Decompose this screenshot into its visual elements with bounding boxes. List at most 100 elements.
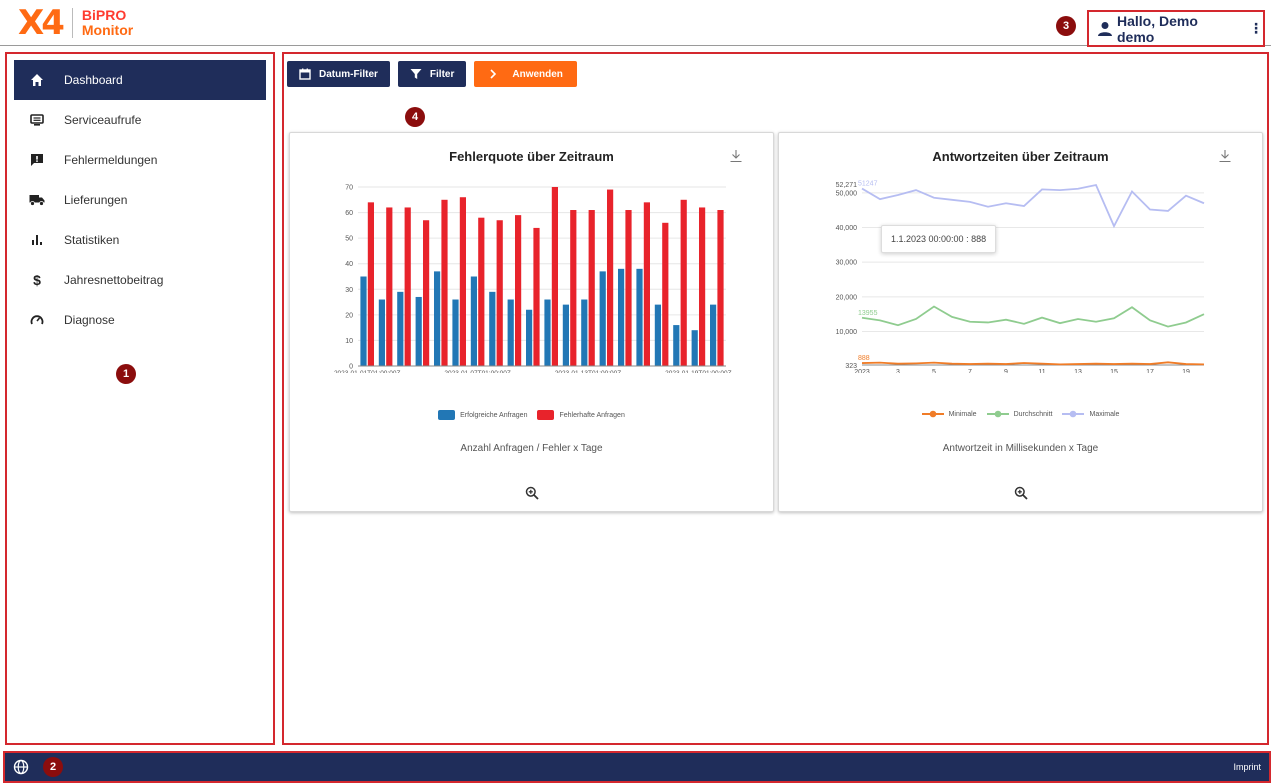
legend-marker xyxy=(921,410,944,418)
sidebar: Dashboard Serviceaufrufe Fehlermeldungen… xyxy=(5,52,275,745)
bar-error xyxy=(404,207,411,366)
y-tick-label: 10 xyxy=(345,338,353,345)
filter-button[interactable]: Filter xyxy=(397,61,467,87)
response-times-card: Antwortzeiten über Zeitraum 10,000 20,000… xyxy=(778,132,1263,512)
bar-success xyxy=(397,291,404,366)
bar-success xyxy=(526,309,533,366)
line-chart: 10,00020,00030,00040,00050,00052,2713232… xyxy=(836,181,1205,373)
sidebar-item-dashboard[interactable]: Dashboard xyxy=(14,60,266,100)
sidebar-item-serviceaufrufe[interactable]: Serviceaufrufe xyxy=(14,100,266,140)
x-tick-label: 13 xyxy=(1074,369,1082,373)
monitor-icon xyxy=(28,111,46,129)
more-vert-icon[interactable]: ⋮ xyxy=(1249,20,1263,37)
bar-success xyxy=(562,304,569,366)
annotation-badge-3: 3 xyxy=(1056,16,1076,36)
imprint-link[interactable]: Imprint xyxy=(1233,762,1261,772)
dollar-icon: $ xyxy=(33,272,41,288)
bar-success xyxy=(581,299,588,366)
x-tick-label: 19 xyxy=(1182,369,1190,373)
x-tick-label: 15 xyxy=(1110,369,1118,373)
y-tick-label: 30,000 xyxy=(836,260,858,267)
sidebar-item-label: Dashboard xyxy=(64,73,123,87)
home-icon xyxy=(28,71,46,89)
series-line-avg xyxy=(861,305,1205,328)
y-tick-label: 30 xyxy=(345,287,353,294)
sidebar-item-lieferungen[interactable]: Lieferungen xyxy=(14,180,266,220)
sidebar-item-label: Lieferungen xyxy=(64,193,128,207)
apply-label: Anwenden xyxy=(512,68,563,80)
series-line-max xyxy=(861,183,1205,229)
y-tick-label: 20 xyxy=(345,312,353,319)
chart-title: Fehlerquote über Zeitraum xyxy=(449,149,614,164)
y-tick-label: 10,000 xyxy=(836,329,858,336)
sidebar-item-statistiken[interactable]: Statistiken xyxy=(14,220,266,260)
y-tick-label: 40 xyxy=(345,261,353,268)
bar-error xyxy=(478,217,485,366)
bar-error xyxy=(607,189,614,366)
sidebar-item-label: Serviceaufrufe xyxy=(64,113,142,127)
bar-success xyxy=(618,268,625,366)
y-tick-label: 70 xyxy=(345,185,353,192)
bar-error xyxy=(717,210,724,366)
y-tick-label: 52,271 xyxy=(836,182,858,189)
bar-error xyxy=(570,210,577,366)
logo-mark: X4 xyxy=(18,6,65,40)
date-filter-button[interactable]: Datum-Filter xyxy=(287,61,390,87)
chart-legend: Erfolgreiche Anfragen Fehlerhafte Anfrag… xyxy=(290,410,773,420)
bar-error xyxy=(515,215,522,366)
chart-title: Antwortzeiten über Zeitraum xyxy=(932,149,1109,164)
download-icon[interactable] xyxy=(1218,149,1232,163)
sidebar-item-jahresnettobeitrag[interactable]: $ Jahresnettobeitrag xyxy=(14,260,266,300)
series-line-min xyxy=(861,361,1205,366)
bar-success xyxy=(470,276,477,366)
chart-legend: Minimale Durchschnitt Maximale xyxy=(779,410,1262,418)
legend-item-max[interactable]: Maximale xyxy=(1062,410,1119,418)
bar-error xyxy=(625,210,632,366)
sidebar-item-label: Jahresnettobeitrag xyxy=(64,273,164,287)
data-point-label: 51247 xyxy=(858,181,878,188)
bar-error xyxy=(699,207,706,366)
bar-error xyxy=(551,187,558,366)
filter-icon xyxy=(410,69,422,79)
bar-success xyxy=(507,299,514,366)
bar-success xyxy=(654,304,661,366)
zoom-in-icon[interactable] xyxy=(525,486,539,500)
bar-success xyxy=(489,291,496,366)
chart-subtitle: Antwortzeit in Millisekunden x Tage xyxy=(942,443,1099,454)
x-tick-label: 3 xyxy=(896,369,900,373)
legend-marker xyxy=(1062,410,1085,418)
apply-button[interactable]: Anwenden xyxy=(474,61,577,87)
sidebar-item-diagnose[interactable]: Diagnose xyxy=(14,300,266,340)
bar-success xyxy=(452,299,459,366)
user-menu-button[interactable]: Hallo, Demo demo xyxy=(1097,13,1239,45)
x-tick-label: 2023 xyxy=(854,369,870,373)
legend-item-avg[interactable]: Durchschnitt xyxy=(986,410,1052,418)
x-tick-label: 2023-01-19T01:00:00Z xyxy=(665,370,732,373)
chart-tooltip: 1.1.2023 00:00:00 : 888 xyxy=(881,225,997,253)
error-message-icon xyxy=(28,151,46,169)
logo-line-1: BiPRO xyxy=(81,7,127,23)
chevron-right-icon xyxy=(490,69,497,79)
sidebar-item-fehlermeldungen[interactable]: Fehlermeldungen xyxy=(14,140,266,180)
legend-item-min[interactable]: Minimale xyxy=(921,410,977,418)
main-content: Datum-Filter Filter Anwenden 4 Fehlerquo… xyxy=(282,52,1269,745)
logo[interactable]: X4 BiPRO Monitor xyxy=(18,4,133,42)
data-point-label: 888 xyxy=(858,355,870,362)
bar-success xyxy=(378,299,385,366)
legend-item-error[interactable]: Fehlerhafte Anfragen xyxy=(537,410,625,420)
download-icon[interactable] xyxy=(729,149,743,163)
user-menu-area: Hallo, Demo demo ⋮ xyxy=(1087,10,1265,47)
bar-success xyxy=(544,299,551,366)
bar-error xyxy=(643,202,650,366)
logo-divider xyxy=(71,8,73,38)
legend-item-success[interactable]: Erfolgreiche Anfragen xyxy=(438,410,527,420)
legend-label: Fehlerhafte Anfragen xyxy=(559,411,625,419)
zoom-in-icon[interactable] xyxy=(1014,486,1028,500)
bar-error xyxy=(588,210,595,366)
bar-success xyxy=(415,296,422,366)
sidebar-item-label: Fehlermeldungen xyxy=(64,153,158,167)
globe-icon[interactable] xyxy=(13,759,29,775)
error-rate-card: Fehlerquote über Zeitraum 0 10 20 30 40 50 60 7… xyxy=(289,132,774,512)
calendar-icon xyxy=(299,68,311,80)
bar-error xyxy=(680,199,687,366)
